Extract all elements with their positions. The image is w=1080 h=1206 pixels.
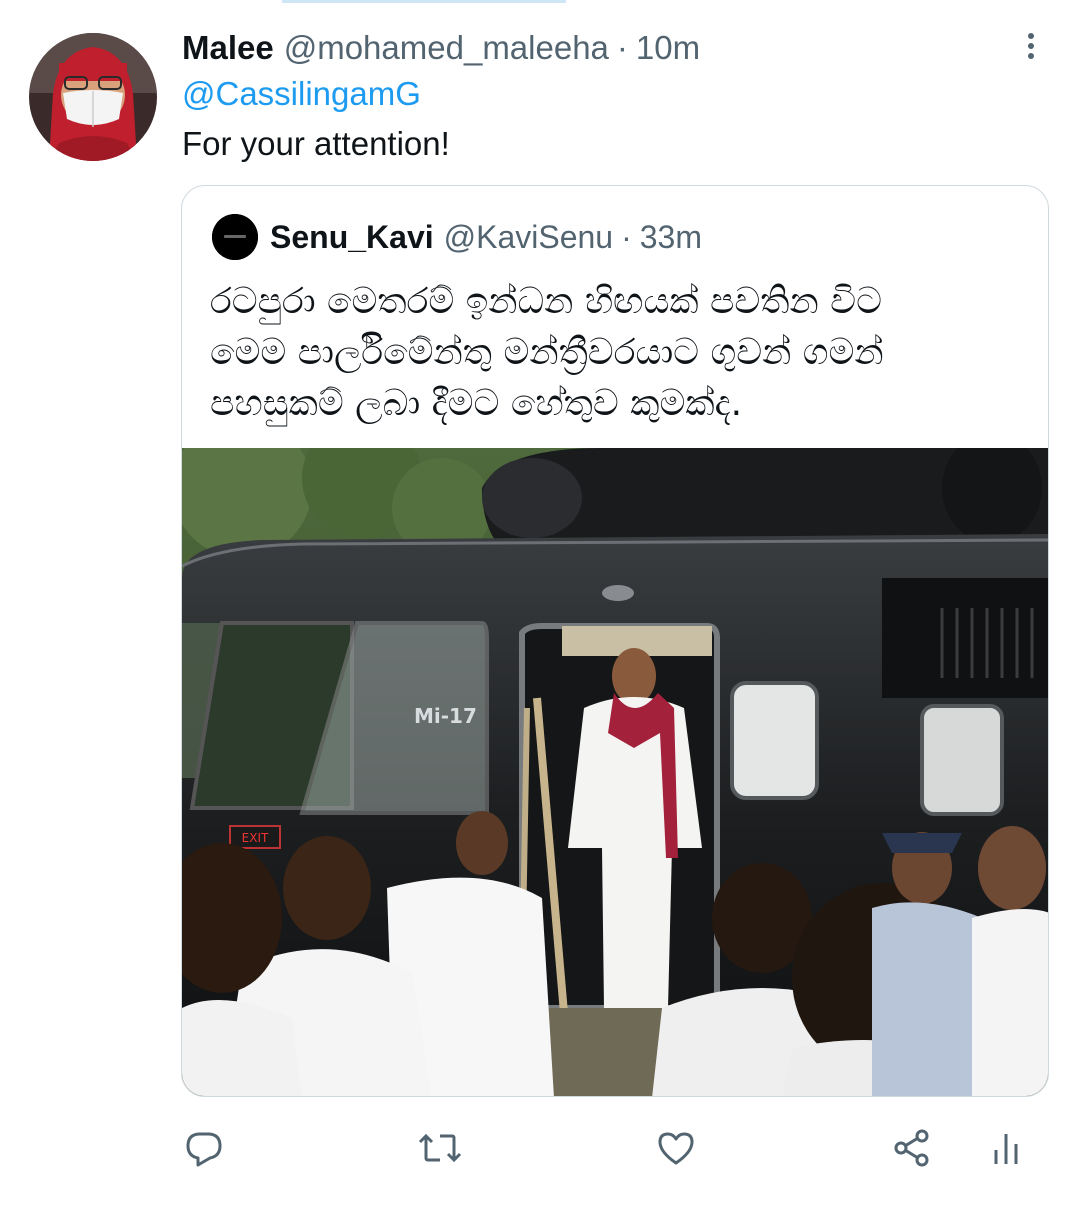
- reply-icon[interactable]: [180, 1120, 228, 1176]
- tweet[interactable]: Malee @mohamed_maleeha · 10m @Cassilinga…: [0, 0, 1080, 1206]
- mention-link[interactable]: @CassilingamG: [182, 75, 421, 113]
- quoted-text-line: රටපුරා මෙතරම් ඉන්ධන හිඟයක් පවතින විට: [210, 281, 882, 322]
- tweet-action-bar: [0, 1120, 1080, 1180]
- quoted-text-line: පහසුකම් ලබා දීමට හේතුව කුමක්ද.: [210, 383, 743, 424]
- quoted-timestamp: 33m: [639, 218, 702, 255]
- separator-dot: ·: [621, 218, 632, 255]
- author-avatar[interactable]: [29, 33, 157, 161]
- exit-sign: EXIT: [242, 831, 269, 845]
- heart-icon[interactable]: [652, 1120, 700, 1176]
- quoted-tweet-photo[interactable]: Mi-17 EXIT: [182, 418, 1048, 1096]
- quoted-display-name: Senu_Kavi: [270, 218, 434, 255]
- quoted-tweet-header: Senu_Kavi @KaviSenu · 33m: [270, 214, 702, 260]
- aircraft-marking: Mi-17: [414, 704, 477, 728]
- quoted-tweet[interactable]: Senu_Kavi @KaviSenu · 33m රටපුරා මෙතරම් …: [181, 185, 1049, 1097]
- analytics-icon[interactable]: [982, 1120, 1030, 1176]
- quoted-author-avatar: [212, 214, 258, 260]
- author-display-name[interactable]: Malee: [182, 29, 274, 67]
- quoted-tweet-text: රටපුරා මෙතරම් ඉන්ධන හිඟයක් පවතින විට මෙම…: [210, 276, 1030, 429]
- tweet-header: Malee @mohamed_maleeha · 10m: [182, 24, 700, 72]
- author-handle[interactable]: @mohamed_maleeha: [284, 29, 609, 67]
- share-icon[interactable]: [888, 1120, 936, 1176]
- separator-dot: ·: [616, 29, 628, 66]
- more-options-icon[interactable]: [1016, 28, 1046, 64]
- tweet-text: For your attention!: [182, 125, 450, 162]
- quoted-text-line: මෙම පාර්ලිමේන්තු මන්ත්‍රීවරයාට ගුවන් ගමන…: [210, 332, 884, 373]
- tweet-timestamp[interactable]: 10m: [636, 29, 700, 67]
- quoted-handle: @KaviSenu: [443, 218, 614, 255]
- retweet-icon[interactable]: [416, 1120, 464, 1176]
